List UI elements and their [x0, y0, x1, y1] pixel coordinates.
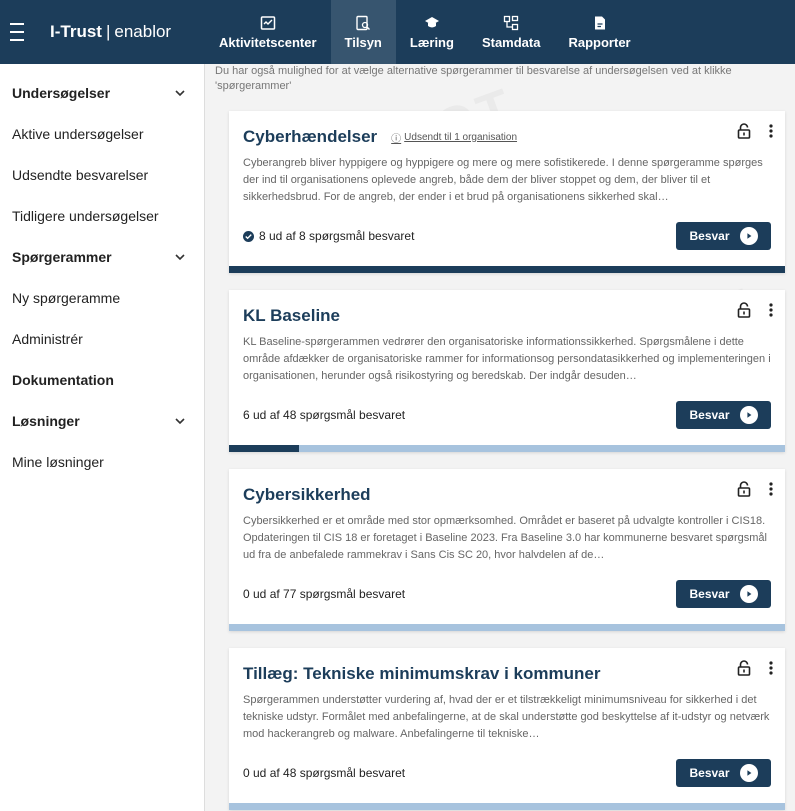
sent-link[interactable]: ⓘ Udsendt til 1 organisation — [391, 130, 517, 145]
sidebar-item-administrer[interactable]: Administrér — [0, 318, 204, 359]
chevron-down-icon — [175, 89, 185, 96]
more-vertical-icon[interactable] — [769, 302, 773, 318]
lock-open-icon[interactable] — [737, 123, 751, 139]
chevron-down-icon — [175, 253, 185, 260]
more-vertical-icon[interactable] — [769, 123, 773, 139]
hierarchy-icon — [504, 15, 519, 30]
play-icon — [739, 227, 758, 245]
questionnaire-card: KL Baseline KL Baseline-spørgerammen ved… — [229, 290, 785, 452]
tab-label: Tilsyn — [344, 34, 382, 50]
play-icon — [739, 585, 758, 603]
graduation-cap-icon — [424, 16, 439, 27]
sidebar-item-label: Mine løsninger — [12, 453, 104, 470]
sidebar-item-mine-loesninger[interactable]: Mine løsninger — [0, 441, 204, 482]
info-icon: ⓘ — [391, 133, 402, 145]
tab-tilsyn[interactable]: Tilsyn — [330, 0, 396, 64]
tab-rapporter[interactable]: Rapporter — [554, 0, 644, 64]
more-vertical-icon[interactable] — [769, 660, 773, 676]
questionnaire-card: Cyberhændelser ⓘ Udsendt til 1 organisat… — [229, 111, 785, 273]
top-bar: I-Trust | enablor Aktivitetscenter Tilsy… — [0, 0, 795, 64]
progress-bar — [229, 445, 785, 452]
intro-text: Du har også mulighed for at vælge altern… — [215, 65, 732, 92]
progress-fill — [229, 445, 299, 452]
tab-aktivitetscenter[interactable]: Aktivitetscenter — [205, 0, 331, 64]
more-vertical-icon[interactable] — [769, 481, 773, 497]
sidebar-item-label: Undersøgelser — [12, 84, 111, 101]
questionnaire-card: Cybersikkerhed Cybersikkerhed er et områ… — [229, 469, 785, 631]
card-title: Cyberhændelser — [243, 127, 378, 146]
brand-separator: | — [105, 22, 111, 41]
sidebar-item-aktive-undersoegelser[interactable]: Aktive undersøgelser — [0, 113, 204, 154]
status-label: 0 ud af 77 spørgsmål besvaret — [243, 587, 406, 601]
sidebar-item-undersoegelser[interactable]: Undersøgelser — [0, 72, 204, 113]
sidebar: Undersøgelser Aktive undersøgelser Udsen… — [0, 64, 205, 811]
status-label: 8 ud af 8 spørgsmål besvaret — [259, 229, 415, 243]
questionnaire-card: Tillæg: Tekniske minimumskrav i kommuner… — [229, 648, 785, 810]
lock-open-icon[interactable] — [737, 660, 751, 676]
sidebar-item-loesninger[interactable]: Løsninger — [0, 400, 204, 441]
sidebar-item-label: Spørgerammer — [12, 248, 112, 265]
status-label: 0 ud af 48 spørgsmål besvaret — [243, 766, 406, 780]
card-description: KL Baseline-spørgerammen vedrører den or… — [243, 336, 771, 382]
progress-fill — [229, 266, 785, 273]
report-icon — [594, 16, 605, 29]
main-content: PILOT PILOT PILOT PILOT Du har også muli… — [205, 64, 795, 811]
brand: I-Trust | enablor — [0, 0, 205, 64]
progress-bar — [229, 803, 785, 810]
card-description: Spørgerammen understøtter vurdering af, … — [243, 694, 770, 740]
besvar-button[interactable]: Besvar — [676, 580, 771, 608]
card-status: 6 ud af 48 spørgsmål besvaret — [243, 408, 405, 422]
sidebar-item-label: Ny spørgeramme — [12, 289, 121, 306]
brand-subtitle: enablor — [114, 22, 172, 41]
tab-label: Stamdata — [481, 34, 541, 50]
sidebar-item-ny-spoergeramme[interactable]: Ny spørgeramme — [0, 277, 204, 318]
brand-name: I-Trust — [50, 22, 102, 41]
button-label: Besvar — [689, 587, 730, 601]
sidebar-item-label: Aktive undersøgelser — [12, 125, 144, 142]
progress-bar — [229, 266, 785, 273]
sidebar-item-label: Udsendte besvarelser — [12, 166, 149, 183]
inspection-icon — [356, 15, 371, 30]
sidebar-item-spoergerammer[interactable]: Spørgerammer — [0, 236, 204, 277]
button-label: Besvar — [689, 408, 730, 422]
card-description: Cybersikkerhed er et område med stor opm… — [243, 515, 767, 561]
besvar-button[interactable]: Besvar — [676, 759, 771, 787]
progress-bar — [229, 624, 785, 631]
card-status: 0 ud af 77 spørgsmål besvaret — [243, 587, 405, 601]
card-description: Cyberangreb bliver hyppigere og hyppiger… — [243, 157, 763, 203]
sidebar-item-label: Løsninger — [12, 412, 80, 429]
menu-icon[interactable] — [10, 23, 32, 41]
card-title: KL Baseline — [243, 306, 341, 325]
chevron-down-icon — [175, 417, 185, 424]
button-label: Besvar — [689, 766, 730, 780]
check-circle-icon — [243, 230, 254, 242]
tab-label: Rapporter — [568, 34, 631, 50]
lock-open-icon[interactable] — [737, 481, 751, 497]
sidebar-item-label: Administrér — [12, 330, 83, 347]
tab-laering[interactable]: Læring — [396, 0, 468, 64]
play-icon — [739, 406, 758, 424]
sidebar-item-label: Dokumentation — [12, 371, 114, 388]
sidebar-item-label: Tidligere undersøgelser — [12, 207, 159, 224]
button-label: Besvar — [689, 229, 730, 243]
activity-icon — [260, 15, 276, 30]
card-status: 8 ud af 8 spørgsmål besvaret — [243, 229, 414, 243]
main-nav: Aktivitetscenter Tilsyn Læring Stamdata … — [205, 0, 645, 64]
card-title: Tillæg: Tekniske minimumskrav i kommuner — [243, 664, 601, 683]
card-status: 0 ud af 48 spørgsmål besvaret — [243, 766, 405, 780]
sidebar-item-dokumentation[interactable]: Dokumentation — [0, 359, 204, 400]
sidebar-item-udsendte-besvarelser[interactable]: Udsendte besvarelser — [0, 154, 204, 195]
besvar-button[interactable]: Besvar — [676, 222, 771, 250]
tab-label: Aktivitetscenter — [219, 34, 317, 50]
play-icon — [739, 764, 758, 782]
sent-label: Udsendt til 1 organisation — [404, 131, 518, 143]
tab-label: Læring — [409, 34, 454, 50]
status-label: 6 ud af 48 spørgsmål besvaret — [243, 408, 406, 422]
card-title: Cybersikkerhed — [243, 485, 371, 504]
tab-stamdata[interactable]: Stamdata — [468, 0, 555, 64]
besvar-button[interactable]: Besvar — [676, 401, 771, 429]
sidebar-item-tidligere-undersoegelser[interactable]: Tidligere undersøgelser — [0, 195, 204, 236]
lock-open-icon[interactable] — [737, 302, 751, 318]
